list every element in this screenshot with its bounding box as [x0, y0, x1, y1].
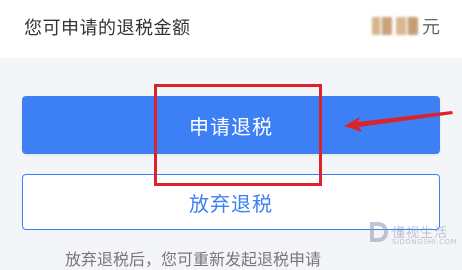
watermark: 懂视生活 SIDONGSHI.COM — [368, 218, 460, 252]
refund-header: 您可申请的退税金额 元 — [0, 0, 462, 58]
annotation-highlight-box — [154, 84, 322, 186]
red-arrow-icon — [344, 111, 453, 132]
d-logo-icon — [370, 222, 388, 242]
refund-amount-label: 您可申请的退税金额 — [24, 18, 191, 39]
footer-text: 放弃退税后，您可重新发起退税申请 — [65, 250, 322, 269]
currency-unit: 元 — [422, 17, 440, 38]
abandon-refund-label: 放弃退税 — [189, 191, 273, 216]
masked-amount-value — [372, 17, 418, 35]
refund-amount: 元 — [372, 13, 440, 39]
watermark-domain: SIDONGSHI.COM — [392, 238, 458, 246]
